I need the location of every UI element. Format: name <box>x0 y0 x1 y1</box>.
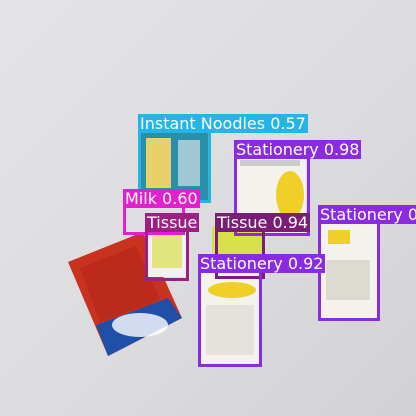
bbox-label: Tissue 0.94 <box>215 213 311 232</box>
bbox-label: Stationery 0.98 <box>234 140 362 159</box>
bbox-label: Tissue <box>145 213 200 232</box>
bbox-label: Instant Noodles 0.57 <box>138 114 308 133</box>
bbox-label: Stationery 0.85 <box>318 205 416 224</box>
bbox-label: Milk 0.60 <box>123 189 200 208</box>
bbox-stationery-3: Stationery 0.92 <box>198 254 326 367</box>
bbox-stationery-2: Stationery 0.85 <box>318 205 416 321</box>
bbox-label: Stationery 0.92 <box>198 254 326 273</box>
bbox-tissue-1: Tissue <box>145 213 200 281</box>
detection-photo: Instant Noodles 0.57 Stationery 0.98 Sta… <box>0 0 416 416</box>
